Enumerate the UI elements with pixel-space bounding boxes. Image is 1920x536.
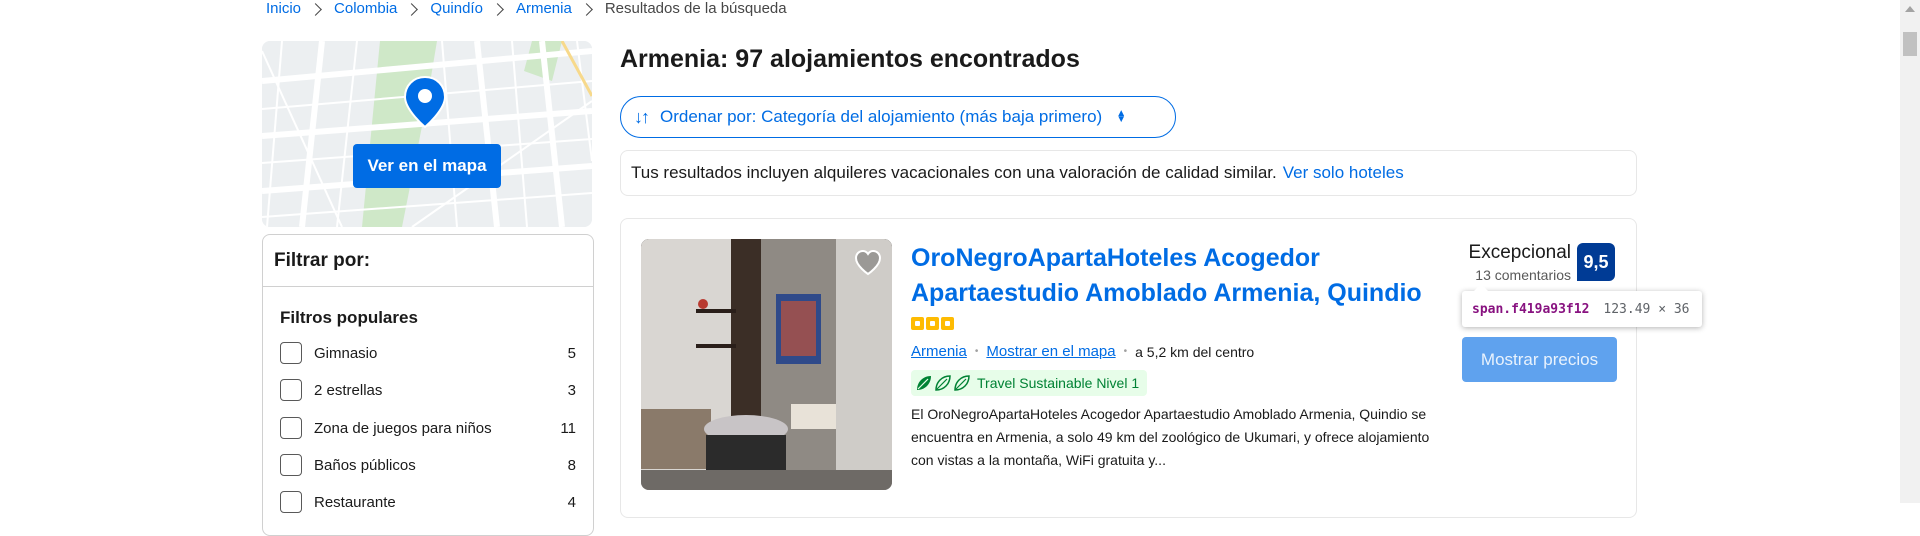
star-icon bbox=[941, 317, 954, 330]
show-on-map-button[interactable]: Ver en el mapa bbox=[353, 144, 501, 188]
property-card[interactable]: OroNegroApartaHoteles Acogedor Apartaest… bbox=[620, 218, 1637, 518]
separator-dot: • bbox=[1123, 346, 1128, 357]
show-prices-button[interactable]: Mostrar precios bbox=[1462, 337, 1617, 382]
chevron-right-icon bbox=[309, 2, 322, 16]
star-icon bbox=[926, 317, 939, 330]
breadcrumb-link-inicio[interactable]: Inicio bbox=[266, 0, 301, 18]
map-preview[interactable]: Ver en el mapa bbox=[262, 41, 592, 227]
heart-icon[interactable] bbox=[852, 247, 884, 279]
breadcrumb-link-armenia[interactable]: Armenia bbox=[516, 0, 572, 18]
star-icon bbox=[911, 317, 924, 330]
updown-icon: ▲ ▼ bbox=[1116, 108, 1127, 125]
breadcrumb-link-colombia[interactable]: Colombia bbox=[334, 0, 397, 18]
scroll-up-icon[interactable] bbox=[1905, 6, 1915, 12]
results-title: Armenia: 97 alojamientos encontrados bbox=[620, 45, 1080, 73]
filter-title: Filtrar por: bbox=[263, 235, 593, 287]
hotels-only-link[interactable]: Ver solo hoteles bbox=[1283, 163, 1404, 183]
notice-text: Tus resultados incluyen alquileres vacac… bbox=[631, 163, 1277, 182]
filter-group-title: Filtros populares bbox=[280, 308, 418, 327]
filter-option-zona-juegos[interactable]: Zona de juegos para niños 11 bbox=[280, 414, 576, 442]
review-word: Excepcional bbox=[1468, 242, 1571, 263]
map-thumbnail bbox=[262, 41, 592, 227]
sort-label: Ordenar por: Categoría del alojamiento (… bbox=[660, 107, 1103, 126]
distance-text: a 5,2 km del centro bbox=[1135, 343, 1255, 360]
breadcrumb-link-quindio[interactable]: Quindío bbox=[430, 0, 483, 18]
location-line: Armenia • Mostrar en el mapa • a 5,2 km … bbox=[911, 343, 1254, 360]
breadcrumb-current: Resultados de la búsqueda bbox=[604, 0, 787, 17]
show-on-map-link[interactable]: Mostrar en el mapa bbox=[986, 343, 1115, 360]
checkbox[interactable] bbox=[280, 417, 302, 439]
checkbox[interactable] bbox=[280, 491, 302, 513]
filter-label: Restaurante bbox=[314, 493, 396, 511]
checkbox[interactable] bbox=[280, 342, 302, 364]
results-notice: Tus resultados incluyen alquileres vacac… bbox=[620, 150, 1637, 196]
filter-option-gimnasio[interactable]: Gimnasio 5 bbox=[280, 339, 576, 367]
filter-panel: Filtrar por: Filtros populares Gimnasio … bbox=[262, 234, 594, 536]
sort-arrows-icon: ↓↑ bbox=[634, 106, 650, 127]
chevron-right-icon bbox=[579, 2, 593, 16]
filter-option-banos-publicos[interactable]: Baños públicos 8 bbox=[280, 451, 576, 479]
filter-label: Gimnasio bbox=[314, 344, 378, 362]
tooltip-selector: span.f419a93f12 bbox=[1472, 301, 1590, 317]
sort-dropdown[interactable]: ↓↑ Ordenar por: Categoría del alojamient… bbox=[620, 96, 1176, 138]
filter-option-restaurante[interactable]: Restaurante 4 bbox=[280, 488, 576, 516]
map-pin-icon bbox=[403, 75, 447, 129]
property-name-link[interactable]: OroNegroApartaHoteles Acogedor Apartaest… bbox=[911, 241, 1451, 311]
breadcrumb: Inicio Colombia Quindío Armenia Resultad… bbox=[266, 0, 787, 18]
checkbox[interactable] bbox=[280, 454, 302, 476]
filter-count: 5 bbox=[567, 344, 576, 362]
chevron-right-icon bbox=[405, 2, 419, 16]
filter-count: 4 bbox=[567, 493, 576, 511]
inspector-tooltip: span.f419a93f12 123.49 × 36 bbox=[1462, 284, 1702, 327]
sustainability-label: Travel Sustainable Nivel 1 bbox=[977, 375, 1140, 391]
star-rating bbox=[911, 317, 954, 330]
chevron-right-icon bbox=[491, 2, 504, 16]
review-score-badge[interactable]: 9,5 bbox=[1577, 243, 1615, 281]
location-link[interactable]: Armenia bbox=[911, 343, 967, 360]
filter-label: 2 estrellas bbox=[314, 381, 383, 399]
filter-count: 11 bbox=[560, 419, 576, 437]
scrollbar-thumb[interactable] bbox=[1903, 32, 1917, 56]
filter-count: 8 bbox=[567, 456, 576, 474]
filter-option-2-estrellas[interactable]: 2 estrellas 3 bbox=[280, 376, 576, 404]
review-count: 13 comentarios bbox=[1475, 267, 1571, 283]
filter-label: Baños públicos bbox=[314, 456, 416, 474]
checkbox[interactable] bbox=[280, 379, 302, 401]
leaf-icon bbox=[915, 374, 971, 392]
property-photo[interactable] bbox=[641, 239, 892, 490]
filter-count: 3 bbox=[567, 381, 576, 399]
separator-dot: • bbox=[974, 346, 979, 357]
tooltip-dimensions: 123.49 × 36 bbox=[1603, 301, 1690, 317]
filter-label: Zona de juegos para niños bbox=[314, 419, 492, 437]
property-description: El OroNegroApartaHoteles Acogedor Aparta… bbox=[911, 406, 1430, 468]
page-scrollbar[interactable] bbox=[1900, 0, 1920, 503]
sustainability-badge[interactable]: Travel Sustainable Nivel 1 bbox=[911, 370, 1148, 396]
